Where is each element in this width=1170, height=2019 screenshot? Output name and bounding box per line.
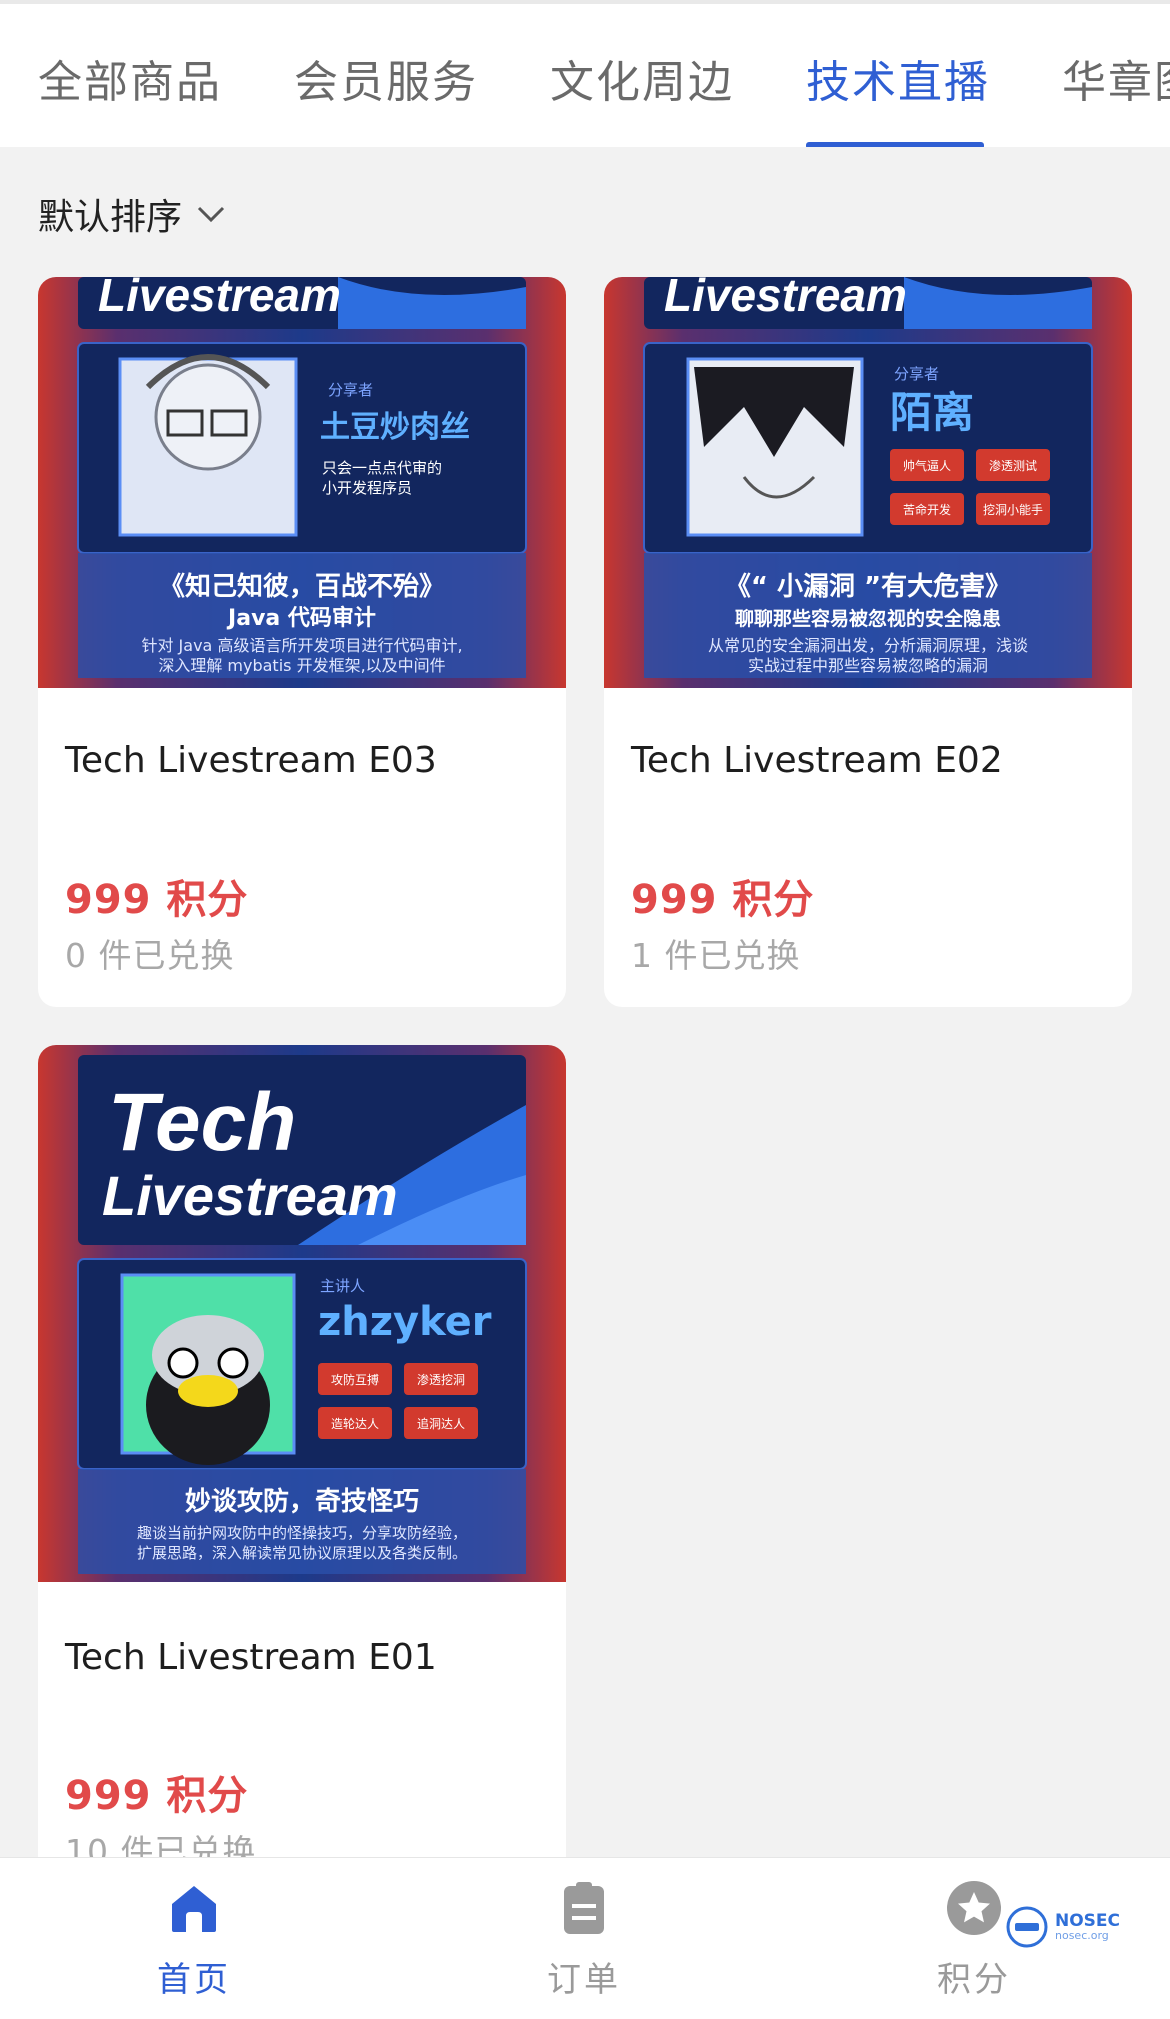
- category-tab-bar: 全部商品 会员服务 文化周边 技术直播 华章图: [0, 0, 1170, 147]
- poster-banner-text: Livestream: [102, 1164, 398, 1227]
- poster-headline: 《知己知彼，百战不殆》: [159, 572, 445, 602]
- active-tab-indicator: [806, 142, 984, 147]
- sort-label: 默认排序: [38, 197, 183, 238]
- tab-member-services[interactable]: 会员服务: [294, 46, 478, 110]
- product-title: Tech Livestream E01: [65, 1637, 437, 1678]
- nosec-watermark: NOSEC nosec.org: [1005, 1905, 1120, 1949]
- poster-host-name: 土豆炒肉丝: [320, 410, 470, 445]
- poster-description: 趣谈当前护网攻防中的怪操技巧，分享攻防经验，: [137, 1524, 467, 1542]
- clipboard-icon: [564, 1882, 604, 1934]
- tab-culture-merch[interactable]: 文化周边: [550, 46, 734, 110]
- poster-headline: 妙谈攻防，奇技怪巧: [185, 1487, 419, 1517]
- product-poster-image: Livestream 分享者 土豆炒肉丝 只会一点点代审的 小开发程序员 《知己…: [38, 277, 566, 688]
- chevron-down-icon: [197, 206, 225, 223]
- product-card[interactable]: Livestream 分享者 土豆炒肉丝 只会一点点代审的 小开发程序员 《知己…: [38, 277, 566, 1007]
- nav-points-label: 积分: [937, 1960, 1011, 2000]
- product-redeemed-count: 1 件已兑换: [631, 936, 801, 975]
- poster-bio-line: 只会一点点代审的: [322, 459, 442, 477]
- poster-tag: 挖洞小能手: [983, 502, 1043, 517]
- poster-role: 分享者: [328, 382, 373, 399]
- poster-description: 针对 Java 高级语言所开发项目进行代码审计,: [141, 636, 462, 655]
- product-price: 999 积分: [65, 877, 249, 923]
- product-poster-image: Tech Livestream 主讲人 zhzyker 攻防互搏 渗透挖洞 造轮…: [38, 1045, 566, 1582]
- poster-tag: 苦命开发: [903, 502, 951, 517]
- tab-all-products[interactable]: 全部商品: [38, 46, 222, 110]
- product-price: 999 积分: [65, 1773, 249, 1819]
- poster-role: 主讲人: [320, 1278, 365, 1295]
- poster-tag: 帅气逼人: [903, 458, 951, 473]
- nav-orders[interactable]: 订单: [484, 1878, 684, 2001]
- product-redeemed-count: 0 件已兑换: [65, 936, 235, 975]
- nav-home[interactable]: 首页: [94, 1878, 294, 2001]
- poster-tag: 造轮达人: [331, 1417, 379, 1431]
- product-title: Tech Livestream E02: [631, 740, 1003, 781]
- tab-tech-livestream[interactable]: 技术直播: [806, 46, 990, 110]
- poster-description: 从常见的安全漏洞出发，分析漏洞原理，浅谈: [708, 636, 1028, 655]
- poster-host-name: zhzyker: [318, 1299, 492, 1345]
- poster-bio-line: 小开发程序员: [322, 479, 412, 497]
- product-price: 999 积分: [631, 877, 815, 923]
- poster-host-name: 陌离: [890, 388, 974, 437]
- poster-tag: 攻防互搏: [331, 1372, 379, 1387]
- poster-headline: 《“ 小漏洞 ”有大危害》: [725, 571, 1011, 602]
- poster-description: 深入理解 mybatis 开发框架,以及中间件: [158, 656, 445, 675]
- home-icon: [172, 1886, 216, 1932]
- watermark-url: nosec.org: [1055, 1929, 1109, 1942]
- nav-home-label: 首页: [157, 1960, 231, 2000]
- nav-orders-label: 订单: [547, 1960, 621, 2000]
- nosec-logo-icon: [1006, 1906, 1048, 1948]
- poster-tag: 渗透挖洞: [417, 1372, 465, 1387]
- product-poster-image: Livestream 分享者 陌离 帅气逼人 渗透测试 苦命开发 挖洞小能手 《…: [604, 277, 1132, 688]
- poster-subheadline: Java 代码审计: [226, 605, 376, 631]
- poster-banner-text: Livestream: [664, 277, 907, 321]
- product-redeemed-count: 10 件已兑换: [65, 1832, 257, 1857]
- poster-description: 扩展思路，深入解读常见协议原理以及各类反制。: [137, 1544, 467, 1562]
- poster-role: 分享者: [894, 366, 939, 383]
- star-badge-icon: [947, 1881, 1001, 1935]
- product-title: Tech Livestream E03: [65, 740, 437, 781]
- poster-banner-text: Tech: [108, 1077, 296, 1168]
- product-card[interactable]: Livestream 分享者 陌离 帅气逼人 渗透测试 苦命开发 挖洞小能手 《…: [604, 277, 1132, 1007]
- poster-banner-text: Livestream: [98, 277, 341, 321]
- bottom-navigation: 首页 订单 积分: [0, 1857, 1170, 2019]
- poster-tag: 追洞达人: [417, 1416, 465, 1431]
- poster-tag: 渗透测试: [989, 458, 1037, 473]
- watermark-name: NOSEC: [1055, 1911, 1121, 1931]
- tab-huazhang-books[interactable]: 华章图: [1062, 46, 1170, 110]
- poster-description: 实战过程中那些容易被忽略的漏洞: [748, 656, 988, 675]
- sort-dropdown[interactable]: 默认排序: [38, 188, 226, 240]
- poster-subheadline: 聊聊那些容易被忽视的安全隐患: [735, 607, 1001, 630]
- product-card[interactable]: Tech Livestream 主讲人 zhzyker 攻防互搏 渗透挖洞 造轮…: [38, 1045, 566, 1857]
